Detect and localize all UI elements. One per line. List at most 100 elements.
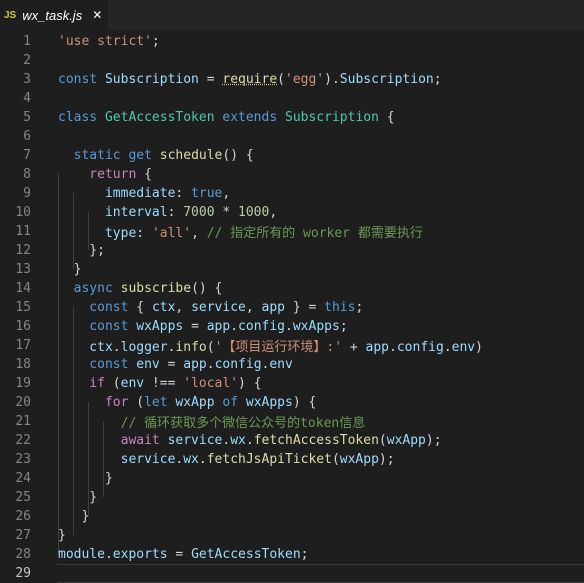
code-token: '【项目运行环境】:' — [214, 340, 343, 355]
code-token: true — [191, 186, 223, 201]
code-editor[interactable]: 1'use strict'; 2 3 const Subscription = req… — [0, 32, 584, 583]
code-token: return — [58, 167, 137, 182]
code-line[interactable]: 23 service.wx.fetchJsApiTicket(wxApp); — [0, 450, 584, 469]
code-line[interactable]: 11 type: 'all', // 指定所有的 worker 都需要执行 — [0, 222, 584, 241]
code-line[interactable]: 3 const Subscription = require('egg').Sub… — [0, 70, 584, 89]
code-token: { — [136, 167, 152, 182]
code-token: : — [136, 226, 152, 241]
code-line[interactable]: 20 for (let wxApp of wxApps) { — [0, 393, 584, 412]
code-token: wxApps — [292, 319, 340, 334]
line-number: 13 — [15, 262, 31, 277]
code-text: async subscribe() { — [58, 281, 223, 296]
code-text: service.wx.fetchJsApiTicket(wxApp); — [58, 452, 395, 467]
code-token: ) { — [238, 376, 262, 391]
code-line[interactable]: 6 — [0, 127, 584, 146]
code-token: 'all' — [151, 226, 192, 241]
code-token: async — [58, 281, 121, 296]
code-token: ; — [151, 34, 160, 49]
code-text: for (let wxApp of wxApps) { — [58, 395, 316, 410]
code-text: } — [58, 490, 97, 505]
line-number: 26 — [15, 509, 31, 524]
code-token: wxApp — [386, 433, 426, 448]
code-token: type — [58, 226, 137, 241]
code-line[interactable]: 5 class GetAccessToken extends Subscripti… — [0, 108, 584, 127]
code-token: } — [58, 490, 98, 505]
line-number: 12 — [15, 243, 31, 258]
code-token: } — [58, 509, 90, 524]
code-token: { — [136, 300, 152, 315]
code-token: const — [58, 319, 137, 334]
code-line[interactable]: 27} — [0, 526, 584, 545]
code-line[interactable]: 18 const env = app.config.env — [0, 355, 584, 374]
line-number: 3 — [23, 72, 31, 87]
code-token: } — [58, 471, 113, 486]
code-line[interactable]: 16 const wxApps = app.config.wxApps; — [0, 317, 584, 336]
code-line[interactable]: 4 — [0, 89, 584, 108]
code-line[interactable]: 19 if (env !== 'local') { — [0, 374, 584, 393]
code-token: env — [269, 357, 293, 372]
code-line[interactable]: 1 'use strict'; — [0, 32, 584, 51]
code-token: , — [245, 300, 262, 315]
code-token: service — [58, 452, 176, 467]
code-token: const — [58, 300, 137, 315]
line-number: 2 — [23, 53, 31, 68]
code-token: . — [206, 357, 215, 372]
code-token: } = — [285, 300, 325, 315]
code-text: immediate: true, — [58, 186, 230, 201]
code-token: ( — [378, 433, 387, 448]
code-line[interactable]: 7 static get schedule() { — [0, 146, 584, 165]
code-token: schedule — [159, 148, 223, 163]
close-icon[interactable]: ✕ — [92, 8, 102, 22]
code-line[interactable]: 22 await service.wx.fetchAccessToken(wxA… — [0, 431, 584, 450]
code-line[interactable]: 26 } — [0, 507, 584, 526]
code-line[interactable]: 24 } — [0, 469, 584, 488]
code-token: exports — [112, 547, 168, 562]
code-token: service — [167, 433, 223, 448]
code-text: return { — [58, 167, 152, 182]
code-line[interactable]: 13 } — [0, 260, 584, 279]
code-line[interactable]: 12 }; — [0, 241, 584, 260]
code-token: = — [183, 319, 207, 334]
code-token: }; — [58, 243, 105, 258]
code-line[interactable]: 14 async subscribe() { — [0, 279, 584, 298]
code-line[interactable]: 2 — [0, 51, 584, 70]
code-token: wx — [183, 452, 199, 467]
line-number: 19 — [15, 376, 31, 391]
line-number: 4 — [23, 91, 31, 106]
tab-title: wx_task.js — [22, 7, 83, 23]
code-token: if — [58, 376, 105, 391]
code-line[interactable]: 29 — [0, 564, 584, 583]
code-token: class — [58, 110, 105, 125]
line-number: 18 — [15, 357, 31, 372]
code-token: ) — [475, 340, 483, 355]
code-line[interactable]: 17 ctx.logger.info('【项目运行环境】:' + app.con… — [0, 336, 584, 355]
code-token: ). — [324, 72, 340, 87]
code-token: wx — [230, 433, 246, 448]
code-text: } — [58, 262, 82, 277]
code-line[interactable]: 21 // 循环获取多个微信公众号的token信息 — [0, 412, 584, 431]
code-token: config — [214, 357, 262, 372]
code-line[interactable]: 28 module.exports = GetAccessToken; — [0, 545, 584, 564]
code-token: get — [128, 148, 160, 163]
code-token: , — [175, 300, 192, 315]
code-token: ( — [128, 395, 145, 410]
code-token: let — [144, 395, 176, 410]
code-line[interactable]: 15 const { ctx, service, app } = this; — [0, 298, 584, 317]
line-number: 5 — [23, 110, 31, 125]
code-line[interactable]: 9 immediate: true, — [0, 184, 584, 203]
code-text: } — [58, 509, 89, 524]
javascript-file-icon: JS — [4, 9, 17, 21]
code-token: ( — [277, 72, 285, 87]
tab-wx-task-js[interactable]: JS wx_task.js ✕ — [0, 0, 108, 30]
code-text: module.exports = GetAccessToken; — [58, 547, 308, 562]
code-line[interactable]: 8 return { — [0, 165, 584, 184]
code-text: await service.wx.fetchAccessToken(wxApp)… — [58, 433, 442, 448]
code-token: . — [285, 319, 293, 334]
code-token: 'use strict' — [58, 34, 152, 49]
code-text: const env = app.config.env — [58, 357, 293, 372]
code-token: } — [58, 262, 82, 277]
code-line[interactable]: 10 interval: 7000 * 1000, — [0, 203, 584, 222]
code-line[interactable]: 25 } — [0, 488, 584, 507]
code-token: interval — [58, 205, 168, 220]
code-token: app — [261, 300, 286, 315]
